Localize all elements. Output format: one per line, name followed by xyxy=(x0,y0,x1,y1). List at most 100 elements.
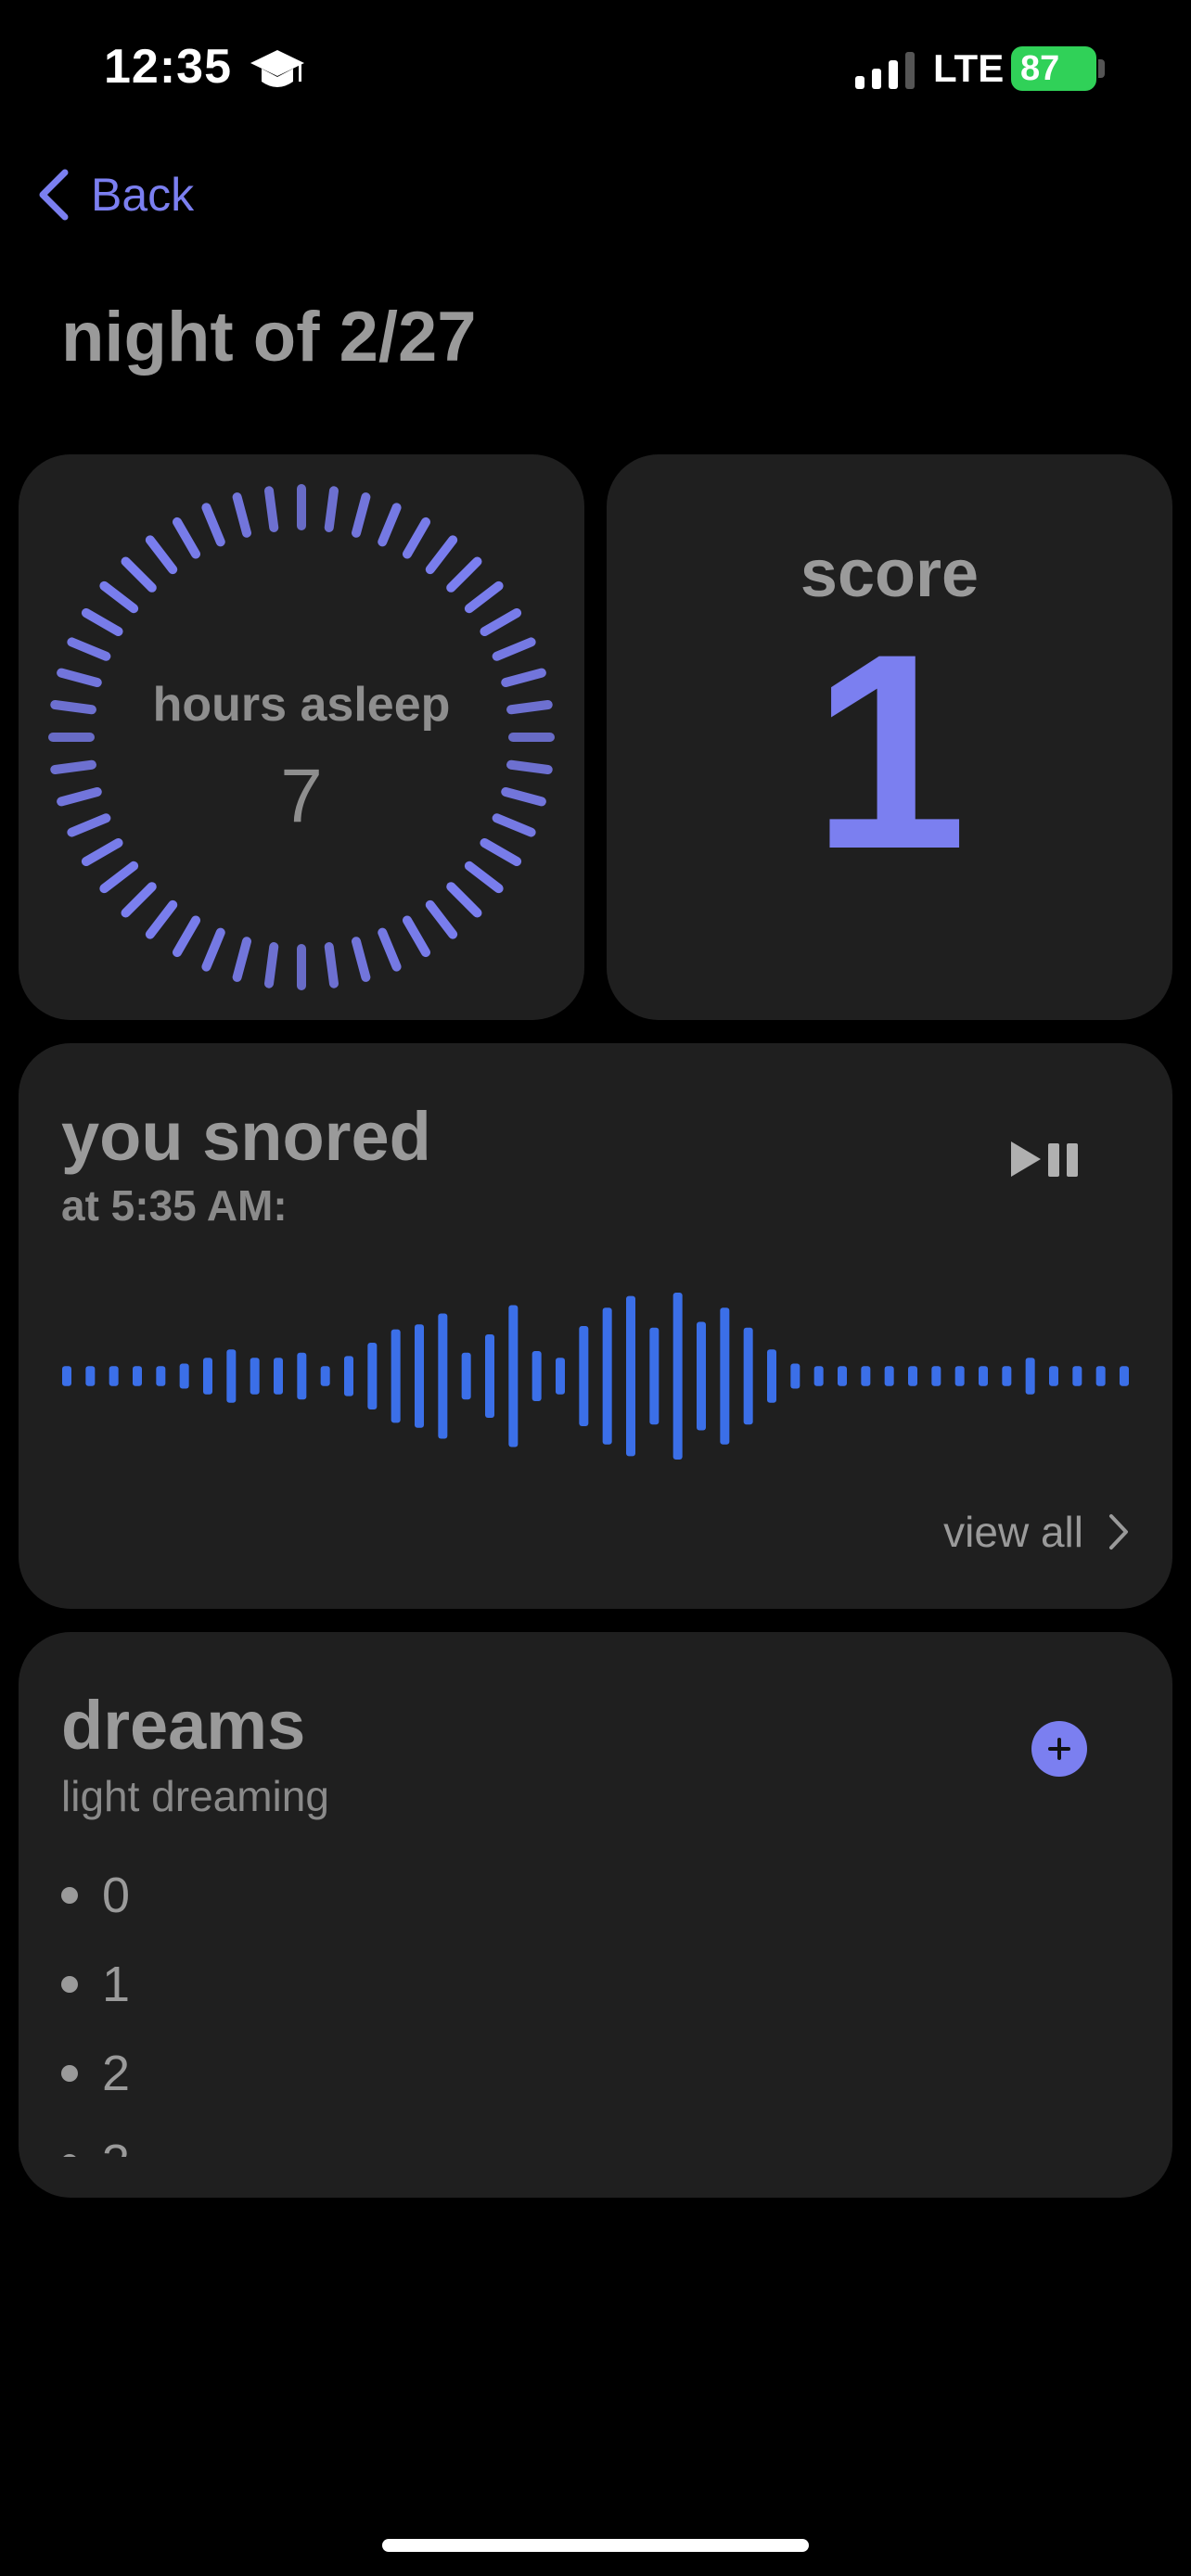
ring-tick xyxy=(492,637,536,661)
bullet-icon xyxy=(61,1976,78,1993)
waveform-bar xyxy=(790,1363,800,1389)
ring-tick xyxy=(378,927,402,972)
waveform-bar xyxy=(1095,1366,1106,1386)
waveform-bar xyxy=(979,1366,988,1386)
view-all-label: view all xyxy=(943,1508,1083,1556)
snore-card: you snored at 5:35 AM: view all xyxy=(19,1043,1172,1609)
view-all-button[interactable]: view all xyxy=(943,1507,1130,1557)
chevron-left-icon xyxy=(39,169,69,221)
dream-list-item[interactable]: 1 xyxy=(61,1940,1082,2029)
snore-title: you snored xyxy=(61,1098,431,1175)
dream-item-label: 1 xyxy=(102,1957,131,2012)
play-pause-icon[interactable] xyxy=(1007,1136,1087,1182)
ring-tick xyxy=(232,492,251,538)
waveform-bar xyxy=(579,1326,589,1426)
hours-asleep-value: 7 xyxy=(280,754,323,838)
waveform-bar xyxy=(861,1366,871,1386)
ring-tick xyxy=(446,882,482,918)
waveform-bar xyxy=(415,1324,424,1428)
waveform-bar xyxy=(133,1366,142,1386)
ring-tick xyxy=(403,516,430,559)
waveform-bar xyxy=(367,1343,378,1409)
dreams-card: dreams light dreaming 0 1 2 3 xyxy=(19,1632,1172,2198)
dreams-subtitle: light dreaming xyxy=(61,1772,329,1820)
waveform-bar xyxy=(320,1366,330,1386)
waveform-bar xyxy=(250,1358,260,1395)
bullet-icon xyxy=(61,1887,78,1904)
ring-tick xyxy=(464,861,504,894)
waveform-bar xyxy=(1120,1366,1129,1386)
back-button[interactable]: Back xyxy=(35,158,194,232)
ring-tick xyxy=(425,535,458,575)
waveform-bar xyxy=(62,1366,71,1386)
ring-tick xyxy=(464,580,504,614)
waveform-bar xyxy=(1049,1366,1058,1386)
ring-tick xyxy=(264,486,279,532)
waveform-bar xyxy=(438,1313,448,1439)
dream-list[interactable]: 0 1 2 3 xyxy=(61,1851,1082,2157)
back-label: Back xyxy=(91,169,195,221)
waveform-bar xyxy=(344,1356,353,1396)
waveform-bar xyxy=(226,1349,237,1403)
ring-tick xyxy=(324,942,339,988)
signal-bars-icon xyxy=(855,52,915,89)
ring-tick xyxy=(145,535,178,575)
ring-tick xyxy=(201,927,225,972)
waveform-bar xyxy=(297,1352,307,1400)
waveform-bar xyxy=(203,1358,212,1395)
waveform-bar xyxy=(179,1363,189,1389)
home-indicator[interactable] xyxy=(382,2539,809,2552)
dream-list-item[interactable]: 2 xyxy=(61,2029,1082,2118)
waveform-bar xyxy=(391,1329,401,1423)
ring-tick xyxy=(81,608,123,636)
waveform-bar xyxy=(720,1307,730,1445)
waveform-bar xyxy=(672,1293,683,1460)
ring-tick xyxy=(480,838,522,866)
waveform-bar xyxy=(1072,1366,1082,1386)
waveform-bar xyxy=(626,1295,635,1457)
waveform-bar xyxy=(156,1366,166,1386)
ring-tick xyxy=(99,580,139,614)
waveform-bar xyxy=(649,1327,660,1425)
waveform-bar xyxy=(556,1358,565,1395)
waveform-bar xyxy=(767,1349,776,1403)
ring-tick xyxy=(264,942,279,988)
hours-asleep-label: hours asleep xyxy=(152,678,451,732)
ring-tick xyxy=(173,516,200,559)
ring-tick xyxy=(145,899,178,939)
ring-tick xyxy=(121,882,157,918)
dream-list-item[interactable]: 0 xyxy=(61,1851,1082,1940)
graduation-cap-icon xyxy=(250,50,304,87)
chevron-right-icon xyxy=(1109,1514,1128,1549)
waveform-bar xyxy=(813,1366,824,1386)
waveform-bar xyxy=(1002,1366,1012,1386)
bullet-icon xyxy=(61,2065,78,2082)
ring-tick xyxy=(81,838,123,866)
dreams-title: dreams xyxy=(61,1687,306,1764)
ring-tick xyxy=(232,937,251,982)
ring-tick xyxy=(403,915,430,958)
ring-tick xyxy=(446,556,482,593)
dream-item-label: 3 xyxy=(102,2134,130,2157)
waveform-bar xyxy=(743,1327,753,1425)
add-dream-button[interactable] xyxy=(1031,1721,1087,1777)
waveform-bar xyxy=(1025,1358,1035,1395)
ring-tick xyxy=(99,861,139,894)
plus-icon xyxy=(1048,1738,1070,1760)
ring-tick xyxy=(425,899,458,939)
waveform-bar xyxy=(954,1366,965,1386)
dream-item-label: 0 xyxy=(102,1868,131,1923)
ring-tick xyxy=(378,503,402,547)
hours-ring xyxy=(48,484,555,990)
hours-asleep-card: hours asleep 7 xyxy=(19,454,584,1020)
score-value: 1 xyxy=(812,595,967,907)
score-card: score 1 xyxy=(607,454,1172,1020)
ring-tick xyxy=(201,503,225,547)
ring-tick xyxy=(67,637,111,661)
dream-list-item[interactable]: 3 xyxy=(61,2118,1082,2157)
waveform-bar xyxy=(461,1352,471,1400)
battery-level: 87 xyxy=(1020,49,1060,88)
waveform-bar xyxy=(531,1351,542,1401)
dream-item-label: 2 xyxy=(102,2046,131,2101)
snore-time: at 5:35 AM: xyxy=(61,1181,288,1230)
